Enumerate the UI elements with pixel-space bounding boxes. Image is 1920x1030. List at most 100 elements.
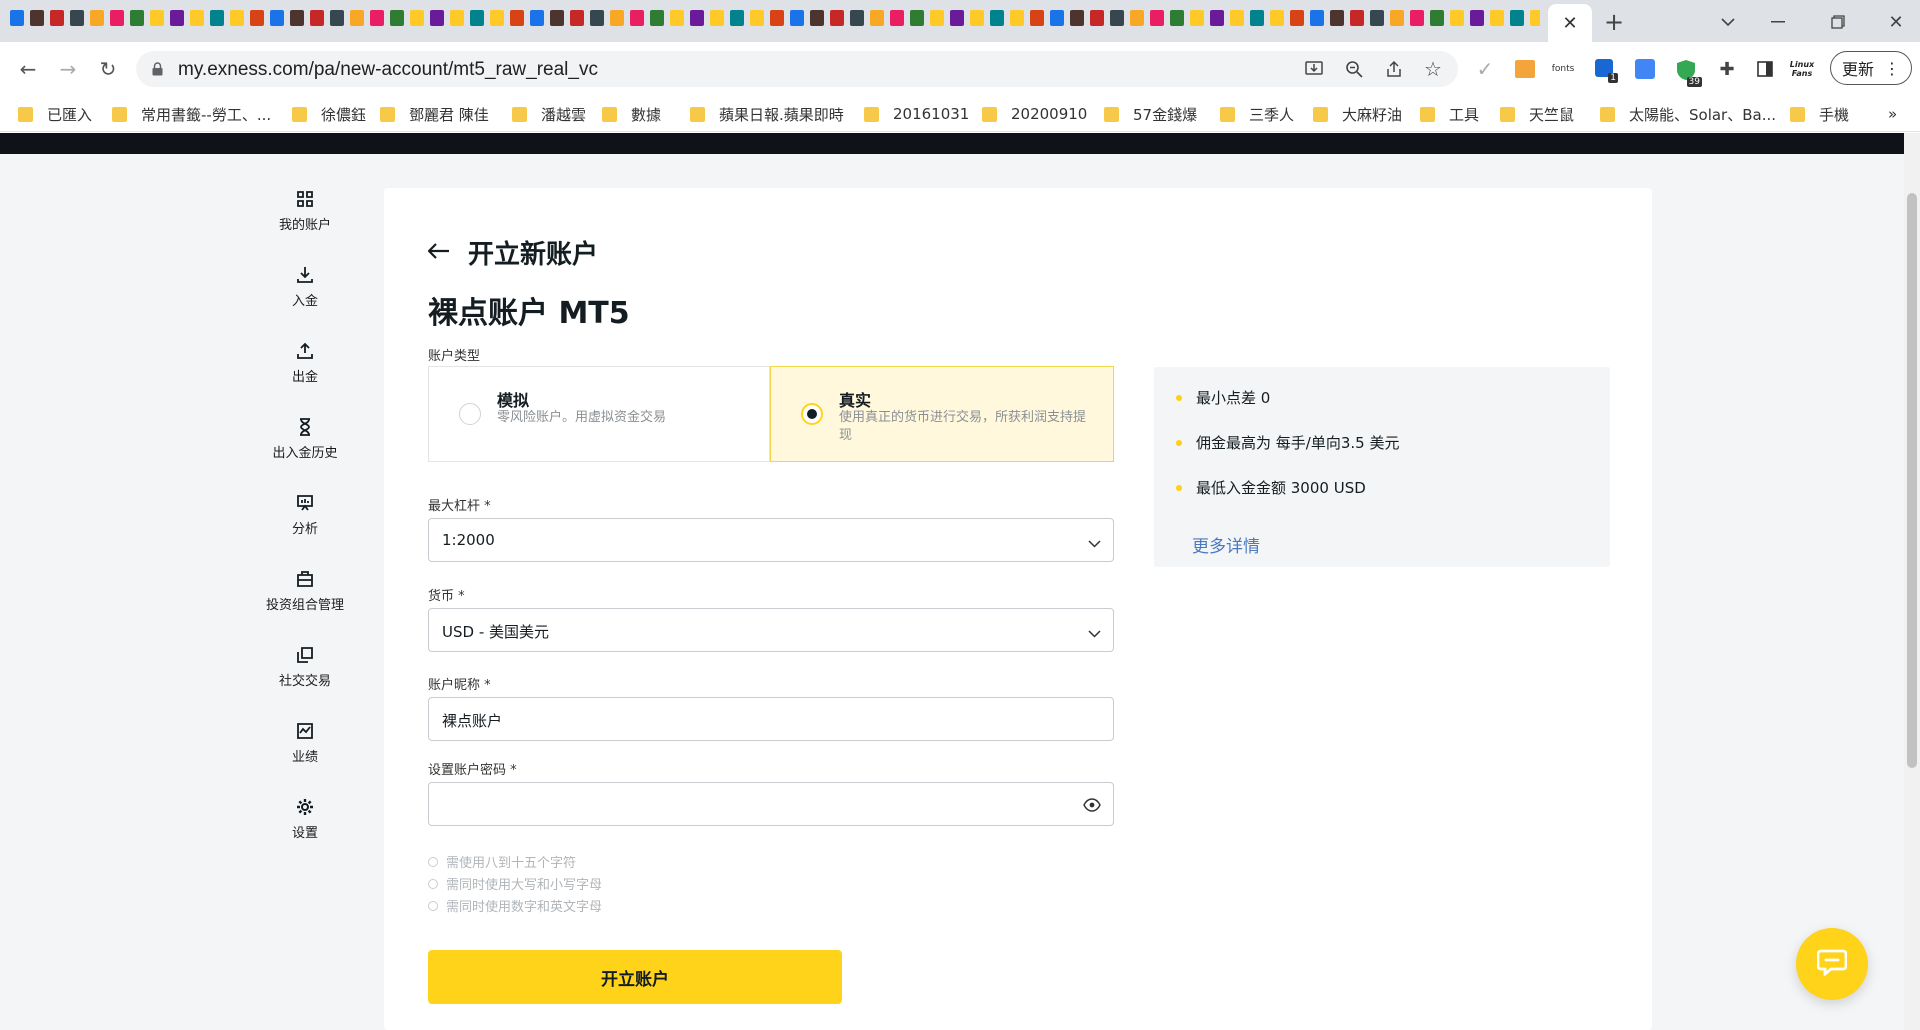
tab-favicon-icon[interactable]	[50, 10, 64, 26]
sidenav-item[interactable]: 业绩	[245, 722, 365, 782]
account-type-demo-option[interactable]: 模拟 零风险账户。用虚拟资金交易	[428, 366, 770, 462]
bookmark-item[interactable]: 鄧麗君 陳佳	[380, 104, 489, 124]
bookmark-item[interactable]: 20200910	[982, 104, 1087, 124]
tab-favicon-icon[interactable]	[290, 10, 304, 26]
restore-icon[interactable]	[1824, 8, 1852, 36]
url-text[interactable]: my.exness.com/pa/new-account/mt5_raw_rea…	[178, 59, 598, 81]
tab-favicon-icon[interactable]	[610, 10, 624, 26]
install-app-icon[interactable]	[1302, 57, 1326, 81]
tab-favicon-icon[interactable]	[490, 10, 504, 26]
sidenav-item[interactable]: 设置	[245, 798, 365, 858]
translate-icon[interactable]	[1632, 55, 1658, 83]
bookmark-item[interactable]: 太陽能、Solar、Ba...	[1600, 104, 1776, 124]
tab-favicon-icon[interactable]	[410, 10, 424, 26]
tab-favicon-icon[interactable]	[1390, 10, 1404, 26]
extension-badge-icon[interactable]: 1	[1592, 55, 1618, 83]
tab-favicon-icon[interactable]	[1190, 10, 1204, 26]
tab-favicon-icon[interactable]	[850, 10, 864, 26]
tab-favicon-icon[interactable]	[1130, 10, 1144, 26]
zoom-icon[interactable]	[1342, 57, 1366, 81]
tab-favicon-icon[interactable]	[430, 10, 444, 26]
eye-icon[interactable]	[1083, 797, 1101, 816]
bookmark-item[interactable]: 大麻籽油	[1313, 104, 1402, 124]
fonts-extension-icon[interactable]: fonts	[1548, 56, 1578, 82]
real-radio[interactable]	[801, 403, 823, 425]
tab-favicon-icon[interactable]	[1150, 10, 1164, 26]
update-button[interactable]: 更新 ⋮	[1830, 51, 1912, 85]
tab-favicon-icon[interactable]	[1510, 10, 1524, 26]
bookmark-item[interactable]: 手機	[1790, 104, 1849, 124]
page-scrollbar[interactable]	[1904, 133, 1920, 1030]
close-window-icon[interactable]: ✕	[1882, 8, 1910, 36]
tab-favicon-icon[interactable]	[1530, 10, 1540, 26]
tab-favicon-icon[interactable]	[370, 10, 384, 26]
bookmark-item[interactable]: 天竺鼠	[1500, 104, 1574, 124]
sidenav-item[interactable]: 出金	[245, 342, 365, 402]
smart-extension-icon[interactable]	[1512, 56, 1538, 82]
tab-favicon-icon[interactable]	[1230, 10, 1244, 26]
tab-favicon-icon[interactable]	[770, 10, 784, 26]
tab-favicon-icon[interactable]	[890, 10, 904, 26]
tab-favicon-icon[interactable]	[1310, 10, 1324, 26]
tab-favicon-icon[interactable]	[870, 10, 884, 26]
shield-extension-icon[interactable]: 39	[1672, 55, 1702, 87]
linux-fans-icon[interactable]: Linux Fans	[1786, 54, 1818, 84]
reload-icon[interactable]: ↻	[94, 55, 122, 83]
tab-favicon-icon[interactable]	[1070, 10, 1084, 26]
bookmark-item[interactable]: 徐儂鈺	[292, 104, 366, 124]
tab-favicon-icon[interactable]	[250, 10, 264, 26]
forward-nav-icon[interactable]: →	[54, 55, 82, 83]
scrollbar-thumb[interactable]	[1907, 193, 1917, 768]
tab-favicon-icon[interactable]	[930, 10, 944, 26]
sidenav-item[interactable]: 投资组合管理	[245, 570, 365, 630]
tab-favicon-icon[interactable]	[810, 10, 824, 26]
tab-favicon-icon[interactable]	[1270, 10, 1284, 26]
tab-favicon-icon[interactable]	[590, 10, 604, 26]
demo-radio[interactable]	[459, 403, 481, 425]
tab-favicon-icon[interactable]	[990, 10, 1004, 26]
tab-favicon-icon[interactable]	[450, 10, 464, 26]
tab-favicon-icon[interactable]	[1370, 10, 1384, 26]
address-bar[interactable]: my.exness.com/pa/new-account/mt5_raw_rea…	[136, 51, 1458, 87]
tab-favicon-icon[interactable]	[390, 10, 404, 26]
tab-favicon-icon[interactable]	[510, 10, 524, 26]
tab-favicon-icon[interactable]	[470, 10, 484, 26]
tab-favicon-icon[interactable]	[70, 10, 84, 26]
tab-favicon-icon[interactable]	[1450, 10, 1464, 26]
bookmark-star-icon[interactable]: ☆	[1420, 56, 1446, 82]
minimize-icon[interactable]	[1764, 8, 1792, 36]
tab-favicon-icon[interactable]	[530, 10, 544, 26]
tab-favicon-icon[interactable]	[330, 10, 344, 26]
tab-favicon-icon[interactable]	[1090, 10, 1104, 26]
tab-favicon-icon[interactable]	[1050, 10, 1064, 26]
tab-favicon-icon[interactable]	[150, 10, 164, 26]
sidenav-item[interactable]: 我的账户	[245, 190, 365, 250]
share-icon[interactable]	[1382, 57, 1406, 81]
tab-favicon-icon[interactable]	[1170, 10, 1184, 26]
check-extension-icon[interactable]: ✓	[1472, 56, 1498, 82]
tab-favicon-icon[interactable]	[710, 10, 724, 26]
sidenav-item[interactable]: 入金	[245, 266, 365, 326]
tab-favicon-icon[interactable]	[1470, 10, 1484, 26]
tab-favicon-icon[interactable]	[1330, 10, 1344, 26]
puzzle-extensions-icon[interactable]: ✚	[1714, 56, 1740, 82]
close-tab-icon[interactable]: ✕	[1562, 13, 1577, 34]
tab-favicon-icon[interactable]	[690, 10, 704, 26]
bookmark-item[interactable]: 20161031	[864, 104, 969, 124]
tab-favicon-icon[interactable]	[10, 10, 24, 26]
bookmarks-overflow-button[interactable]: »	[1888, 104, 1897, 124]
tab-favicon-icon[interactable]	[1210, 10, 1224, 26]
tab-favicon-icon[interactable]	[1290, 10, 1304, 26]
tab-favicon-icon[interactable]	[550, 10, 564, 26]
bookmark-item[interactable]: 工具	[1420, 104, 1479, 124]
tab-favicon-icon[interactable]	[1250, 10, 1264, 26]
tab-favicon-icon[interactable]	[650, 10, 664, 26]
tab-favicon-icon[interactable]	[130, 10, 144, 26]
active-tab[interactable]: ✕	[1548, 4, 1592, 42]
tab-favicon-icon[interactable]	[310, 10, 324, 26]
more-details-link[interactable]: 更多详情	[1192, 532, 1260, 557]
tab-favicon-icon[interactable]	[750, 10, 764, 26]
sidenav-item[interactable]: 分析	[245, 494, 365, 554]
pinned-tab-favicons[interactable]	[10, 10, 1540, 32]
tab-favicon-icon[interactable]	[1110, 10, 1124, 26]
